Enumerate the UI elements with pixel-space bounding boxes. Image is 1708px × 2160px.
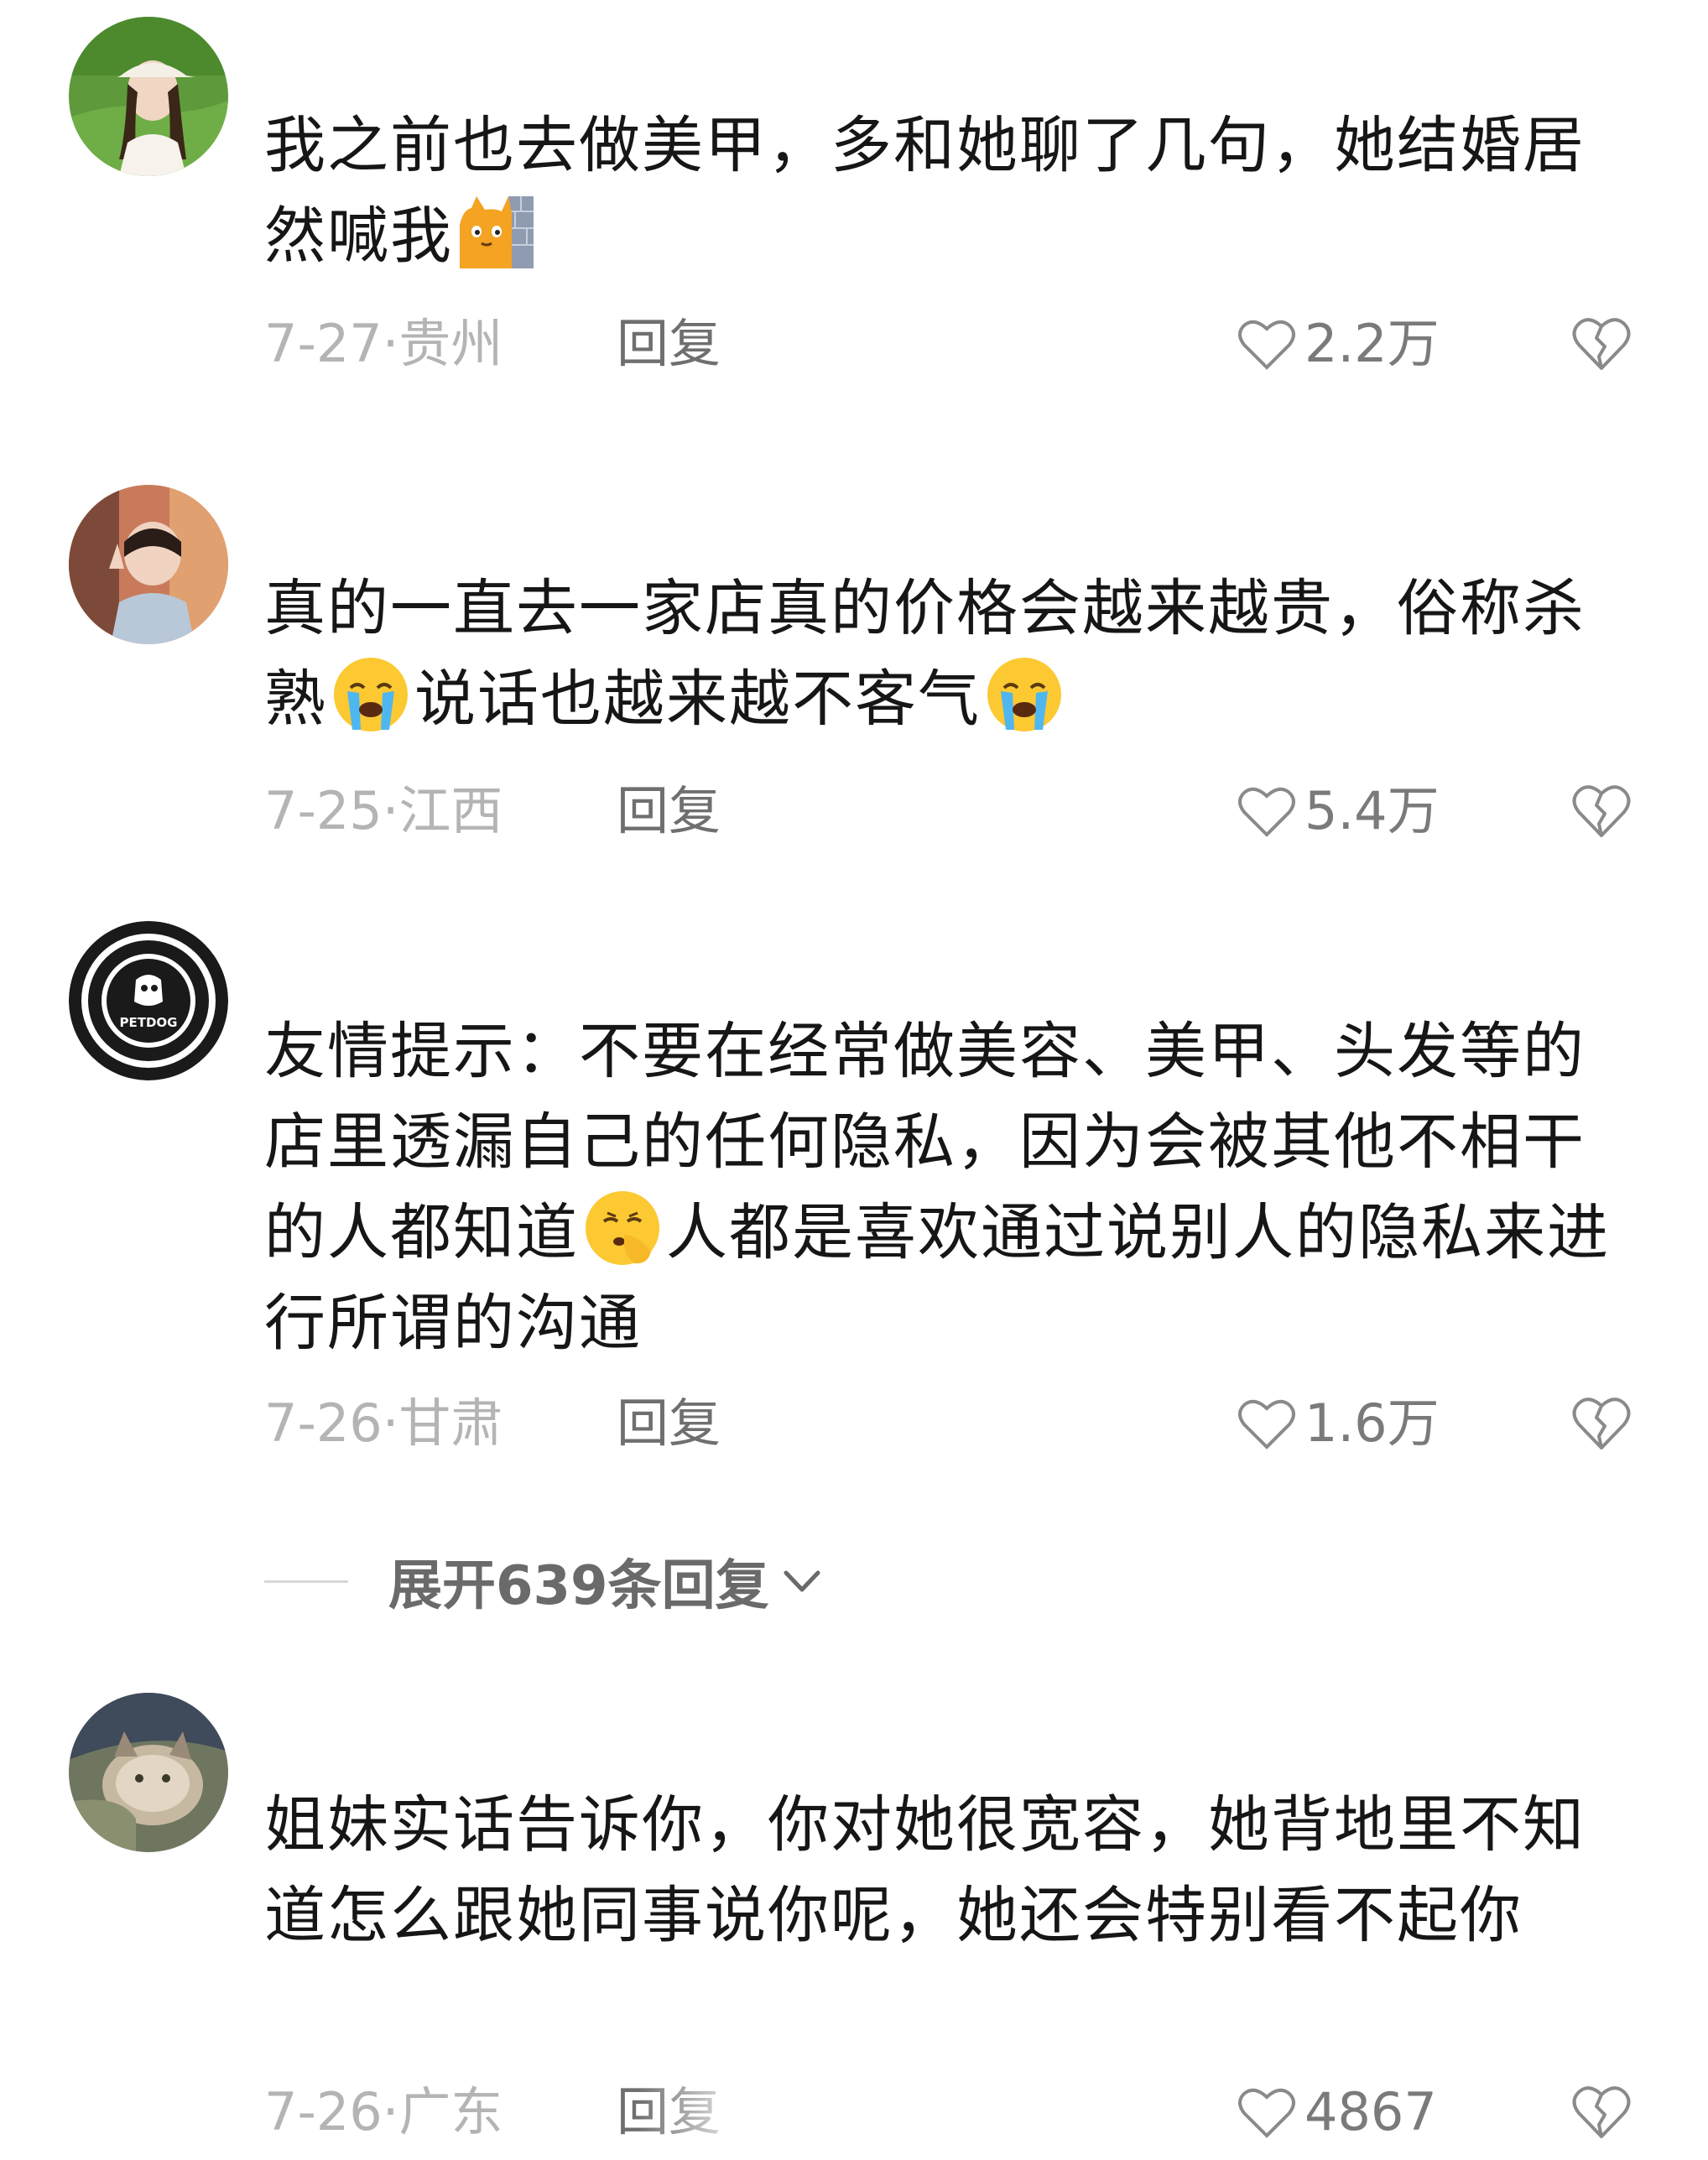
comment-text: 我之前也去做美甲，多和她聊了几句，她结婚居然喊我: [264, 101, 1640, 282]
expand-replies-button[interactable]: 展开639条回复: [264, 1543, 823, 1619]
reply-button[interactable]: 回复: [617, 306, 721, 382]
avatar[interactable]: [69, 485, 228, 644]
broken-heart-icon: [1572, 2086, 1631, 2138]
heart-icon: [1238, 320, 1295, 370]
avatar[interactable]: [69, 17, 228, 176]
comment-date-location: 7-26·甘肃: [264, 1386, 503, 1461]
comment-date-location: 7-25·江西: [264, 773, 503, 849]
cat-behind-wall-emoji: [456, 191, 537, 272]
comment-date-location: 7-26·广东: [264, 2074, 503, 2150]
shushing-face-emoji: [582, 1188, 663, 1268]
divider-line: [264, 1580, 348, 1583]
comment-text: 姐妹实话告诉你，你对她很宽容，她背地里不知道怎么跟她同事说你呢，她还会特别看不起…: [264, 1780, 1640, 1961]
comment-date: 7-26·: [264, 1392, 399, 1454]
like-button[interactable]: 2.2万: [1237, 306, 1440, 382]
dislike-button[interactable]: [1571, 2083, 1632, 2140]
dislike-button[interactable]: [1571, 1394, 1632, 1451]
like-button[interactable]: 4867: [1237, 2074, 1437, 2150]
crying-face-emoji: [331, 654, 411, 735]
avatar[interactable]: [69, 1693, 228, 1852]
broken-heart-icon: [1572, 785, 1631, 837]
heart-icon: [1238, 2088, 1295, 2138]
dislike-button[interactable]: [1571, 782, 1632, 839]
comment-location: 甘肃: [398, 1392, 503, 1454]
comment-date: 7-25·: [264, 780, 399, 841]
comment-text: 真的一直去一家店真的价格会越来越贵，俗称杀熟 说话也越来越不客气: [264, 564, 1640, 745]
comment-meta: 7-26·甘肃 回复 1.6万: [264, 1386, 1657, 1461]
comment-meta: 7-25·江西 回复 5.4万: [264, 773, 1657, 849]
like-count: 4867: [1304, 2081, 1437, 2142]
reply-button[interactable]: 回复: [617, 773, 721, 849]
like-count: 2.2万: [1304, 313, 1440, 374]
comment-text: 友情提示：不要在经常做美容、美甲、头发等的店里透漏自己的任何隐私，因为会被其他不…: [264, 1007, 1640, 1369]
comment-location: 江西: [398, 780, 503, 841]
heart-icon: [1238, 1399, 1295, 1450]
like-button[interactable]: 5.4万: [1237, 773, 1440, 849]
avatar[interactable]: PETDOG: [69, 921, 228, 1080]
comment-date: 7-26·: [264, 2081, 399, 2142]
watermark-fade: [638, 2080, 1091, 2147]
comment-text-segment: 姐妹实话告诉你，你对她很宽容，她背地里不知道怎么跟她同事说你呢，她还会特别看不起…: [264, 1789, 1586, 1951]
comment-date: 7-27·: [264, 313, 399, 374]
reply-button[interactable]: 回复: [617, 1386, 721, 1461]
broken-heart-icon: [1572, 318, 1631, 370]
broken-heart-icon: [1572, 1397, 1631, 1450]
comment-location: 贵州: [398, 313, 503, 374]
comment-text-segment: 说话也越来越不客气: [414, 664, 981, 735]
comment-location: 广东: [398, 2081, 503, 2142]
crying-face-emoji: [984, 654, 1065, 735]
like-count: 5.4万: [1304, 780, 1440, 841]
comment-date-location: 7-27·贵州: [264, 306, 503, 382]
avatar-logo-text: PETDOG: [120, 1015, 178, 1030]
heart-icon: [1238, 787, 1295, 837]
expand-replies-label: 展开639条回复: [388, 1555, 769, 1617]
like-count: 1.6万: [1304, 1392, 1440, 1454]
like-button[interactable]: 1.6万: [1237, 1386, 1440, 1461]
comment-meta: 7-27·贵州 回复 2.2万: [264, 306, 1657, 382]
chevron-down-icon: [784, 1570, 820, 1592]
dislike-button[interactable]: [1571, 315, 1632, 372]
